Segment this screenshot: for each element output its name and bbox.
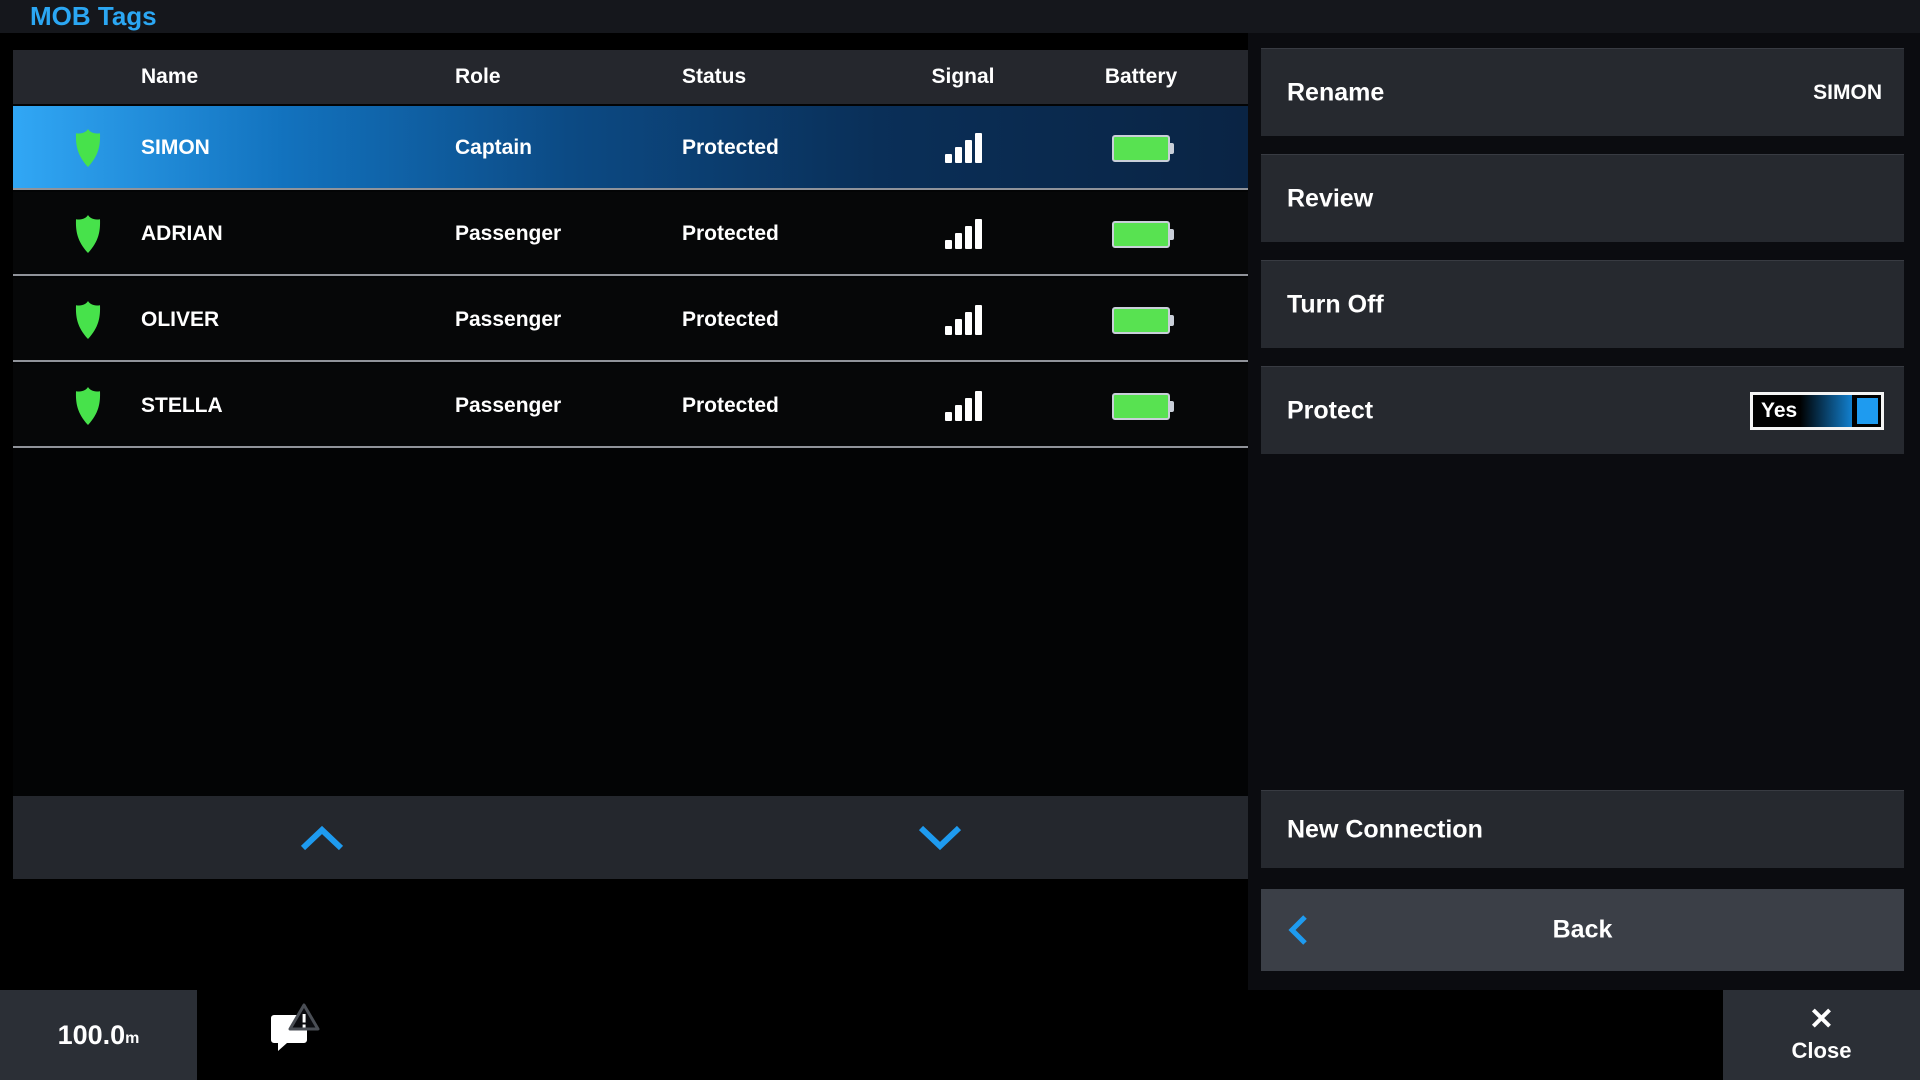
protect-label: Protect <box>1287 396 1373 425</box>
rename-label: Rename <box>1287 78 1384 107</box>
row-name: STELLA <box>141 364 223 448</box>
protected-shield-icon <box>63 278 113 362</box>
chevron-down-icon <box>916 823 964 853</box>
column-header-status: Status <box>682 50 746 104</box>
rename-button[interactable]: Rename SIMON <box>1261 48 1904 136</box>
row-role: Passenger <box>455 192 561 276</box>
signal-strength-icon <box>913 278 1013 362</box>
page-title: MOB Tags <box>30 0 157 33</box>
mob-tags-table: Name Role Status Signal Battery SIMON Ca… <box>13 50 1248 879</box>
protected-shield-icon <box>63 106 113 190</box>
column-header-role: Role <box>455 50 501 104</box>
row-role: Passenger <box>455 364 561 448</box>
back-label: Back <box>1261 916 1904 945</box>
row-status: Protected <box>682 278 779 362</box>
protect-toggle-value: Yes <box>1761 399 1797 423</box>
new-connection-button[interactable]: New Connection <box>1261 790 1904 868</box>
table-row-simon[interactable]: SIMON Captain Protected <box>13 106 1248 190</box>
range-scale-button[interactable]: 100.0 m <box>0 990 197 1080</box>
close-button[interactable]: ✕ Close <box>1723 990 1920 1080</box>
rename-current-value: SIMON <box>1813 81 1882 105</box>
new-connection-label: New Connection <box>1287 815 1483 844</box>
protect-toggle-gradient <box>1800 395 1852 427</box>
row-name: ADRIAN <box>141 192 223 276</box>
table-row-oliver[interactable]: OLIVER Passenger Protected <box>13 278 1248 362</box>
row-status: Protected <box>682 364 779 448</box>
column-header-name: Name <box>141 50 198 104</box>
signal-strength-icon <box>913 364 1013 448</box>
turn-off-label: Turn Off <box>1287 290 1384 319</box>
table-row-stella[interactable]: STELLA Passenger Protected <box>13 364 1248 448</box>
protect-toggle-knob <box>1857 398 1878 424</box>
column-header-signal: Signal <box>913 50 1013 104</box>
mob-tags-screen: MOB Tags Name Role Status Signal Battery… <box>0 0 1920 1080</box>
signal-strength-icon <box>913 106 1013 190</box>
protected-shield-icon <box>63 192 113 276</box>
table-header-row: Name Role Status Signal Battery <box>13 50 1248 104</box>
row-role: Captain <box>455 106 532 190</box>
alarm-message-button[interactable] <box>266 1001 322 1057</box>
scroll-up-button[interactable] <box>172 796 472 879</box>
message-warning-icon <box>266 1001 322 1057</box>
protected-shield-icon <box>63 364 113 448</box>
battery-full-icon <box>1091 278 1191 362</box>
row-name: OLIVER <box>141 278 219 362</box>
scroll-down-button[interactable] <box>790 796 1090 879</box>
battery-full-icon <box>1091 192 1191 276</box>
close-label: Close <box>1792 1038 1852 1064</box>
bottom-bar: 100.0 m ✕ Close <box>0 990 1920 1080</box>
column-header-battery: Battery <box>1091 50 1191 104</box>
range-unit: m <box>125 1030 139 1048</box>
signal-strength-icon <box>913 192 1013 276</box>
close-x-icon: ✕ <box>1809 1006 1834 1034</box>
table-row-adrian[interactable]: ADRIAN Passenger Protected <box>13 192 1248 276</box>
row-status: Protected <box>682 106 779 190</box>
row-name: SIMON <box>141 106 210 190</box>
range-value: 100.0 <box>58 1020 126 1051</box>
turn-off-button[interactable]: Turn Off <box>1261 260 1904 348</box>
protect-button[interactable]: Protect Yes <box>1261 366 1904 454</box>
chevron-up-icon <box>298 823 346 853</box>
row-status: Protected <box>682 192 779 276</box>
battery-full-icon <box>1091 364 1191 448</box>
review-label: Review <box>1287 184 1373 213</box>
review-button[interactable]: Review <box>1261 154 1904 242</box>
protect-toggle[interactable]: Yes <box>1750 392 1884 430</box>
back-button[interactable]: Back <box>1261 889 1904 971</box>
table-scrollbar <box>13 796 1248 879</box>
battery-full-icon <box>1091 106 1191 190</box>
title-bar: MOB Tags <box>0 0 1920 33</box>
row-role: Passenger <box>455 278 561 362</box>
